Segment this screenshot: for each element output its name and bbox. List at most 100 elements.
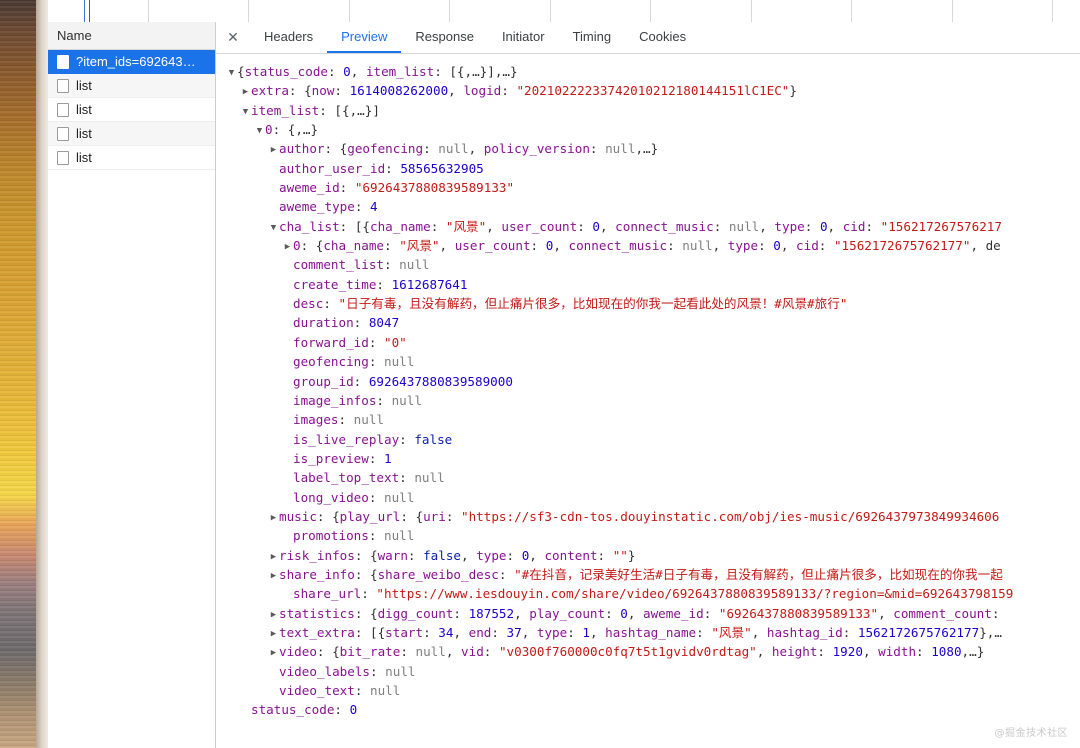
json-key: item_list [365,64,435,79]
network-request-row[interactable]: ?item_ids=692643… [48,50,215,74]
json-line[interactable]: images: null [216,410,1080,429]
json-punctuation: , [468,141,484,157]
json-line[interactable]: ▶ share_info: {share_weibo_desc: "#在抖音，记录… [216,565,1080,584]
json-line[interactable]: ▼ cha_list: [{cha_name: "风景", user_count:… [216,217,1080,236]
json-line[interactable]: ▶ 0: {cha_name: "风景", user_count: 0, conn… [216,236,1080,255]
json-line[interactable]: create_time: 1612687641 [216,275,1080,294]
json-key: status_code [244,64,328,79]
json-punctuation: : [370,663,386,679]
tab-response[interactable]: Response [401,22,488,53]
tab-cookies[interactable]: Cookies [625,22,700,53]
column-header-name[interactable]: Name [48,22,215,50]
json-line[interactable]: status_code: 0 [216,700,1080,719]
json-string: "156217267576217 [880,218,1002,234]
json-punctuation: , [751,624,767,640]
json-line[interactable]: geofencing: null [216,352,1080,371]
json-line[interactable]: comment_list: null [216,255,1080,274]
json-line[interactable]: ▶ text_extra: [{start: 34, end: 37, type:… [216,623,1080,642]
json-punctuation: , [712,238,728,254]
json-key: connect_music [615,218,714,234]
triangle-right-icon[interactable]: ▶ [268,509,279,526]
json-line[interactable]: author_user_id: 58565632905 [216,159,1080,178]
json-punctuation: : { [316,644,340,660]
network-request-panel: Name ?item_ids=692643… list list list list [48,22,216,748]
json-line[interactable]: image_infos: null [216,391,1080,410]
network-request-row[interactable]: list [48,98,215,122]
triangle-down-icon[interactable]: ▼ [240,103,251,120]
json-line[interactable]: ▶ video: {bit_rate: null, vid: "v0300f760… [216,642,1080,661]
json-key: comment_list [293,257,384,273]
network-request-row[interactable]: list [48,74,215,98]
triangle-right-icon[interactable]: ▶ [268,567,279,584]
json-key: extra [251,83,289,99]
json-line[interactable]: promotions: null [216,526,1080,545]
json-line[interactable]: ▶ extra: {now: 1614008262000, logid: "202… [216,81,1080,100]
json-number: 0 [819,218,828,234]
triangle-down-icon[interactable]: ▼ [254,122,265,139]
triangle-right-icon[interactable]: ▶ [268,606,279,623]
json-key: author [279,141,325,157]
network-request-row[interactable]: list [48,146,215,170]
json-punctuation: : [667,238,683,254]
no-toggle-spacer [282,412,293,429]
json-line[interactable]: group_id: 6926437880839589000 [216,372,1080,391]
json-key: user_count [454,238,531,254]
no-toggle-spacer [282,277,293,294]
triangle-right-icon[interactable]: ▶ [282,238,293,255]
triangle-right-icon[interactable]: ▶ [268,644,279,661]
json-line[interactable]: video_labels: null [216,662,1080,681]
triangle-right-icon[interactable]: ▶ [240,83,251,100]
document-icon [57,78,69,93]
json-line[interactable]: label_top_text: null [216,468,1080,487]
json-line[interactable]: duration: 8047 [216,313,1080,332]
network-request-row[interactable]: list [48,122,215,146]
json-line[interactable]: ▶ statistics: {digg_count: 187552, play_c… [216,604,1080,623]
json-line[interactable]: aweme_id: "6926437880839589133" [216,178,1080,197]
json-line[interactable]: ▼ item_list: [{,…}] [216,101,1080,120]
json-punctuation: : [399,431,415,447]
json-line[interactable]: ▶ music: {play_url: {uri: "https://sf3-cd… [216,507,1080,526]
triangle-right-icon[interactable]: ▶ [268,625,279,642]
triangle-right-icon[interactable]: ▶ [268,141,279,158]
json-line[interactable]: is_preview: 1 [216,449,1080,468]
json-punctuation: : [703,605,719,621]
json-line[interactable]: ▼ {status_code: 0, item_list: [{,…}],…} [216,62,1080,81]
json-punctuation: { [237,64,245,79]
json-key: statistics [279,605,355,621]
no-toggle-spacer [282,451,293,468]
triangle-down-icon[interactable]: ▼ [268,219,279,236]
json-key: type [727,238,759,254]
no-toggle-spacer [268,161,279,178]
tab-timing[interactable]: Timing [559,22,626,53]
dom-content-loaded-tick [84,0,85,22]
tab-initiator[interactable]: Initiator [488,22,559,53]
json-line[interactable]: ▼ 0: {,…} [216,120,1080,139]
json-line[interactable]: video_text: null [216,681,1080,700]
triangle-right-icon[interactable]: ▶ [268,548,279,565]
json-punctuation: : { [354,547,378,563]
document-icon [57,54,69,69]
json-punctuation: : { [300,238,324,254]
tab-headers[interactable]: Headers [250,22,327,53]
json-key: image_infos [293,392,377,408]
waterfall-event-ticks [84,0,94,22]
json-line[interactable]: share_url: "https://www.iesdouyin.com/sh… [216,584,1080,603]
tab-preview[interactable]: Preview [327,22,402,53]
json-line[interactable]: aweme_type: 4 [216,197,1080,216]
json-line[interactable]: long_video: null [216,488,1080,507]
json-punctuation: : {,…} [272,122,319,138]
json-null: null [605,141,636,157]
json-line[interactable]: ▶ risk_infos: {warn: false, type: 0, cont… [216,546,1080,565]
close-icon[interactable]: ✕ [216,22,250,53]
json-line[interactable]: desc: "日子有毒，且没有解药，但止痛片很多，比如现在的你我一起看此处的风景… [216,294,1080,313]
triangle-down-icon[interactable]: ▼ [226,64,237,81]
json-string: "风景" [445,218,487,234]
json-punctuation: : [423,624,439,640]
json-line[interactable]: ▶ author: {geofencing: null, policy_versi… [216,139,1080,158]
json-key: connect_music [568,238,668,254]
json-line[interactable]: is_live_replay: false [216,430,1080,449]
json-key: type [774,218,805,234]
json-line[interactable]: forward_id: "0" [216,333,1080,352]
json-punctuation: : [361,586,377,602]
json-punctuation: : [376,392,392,408]
